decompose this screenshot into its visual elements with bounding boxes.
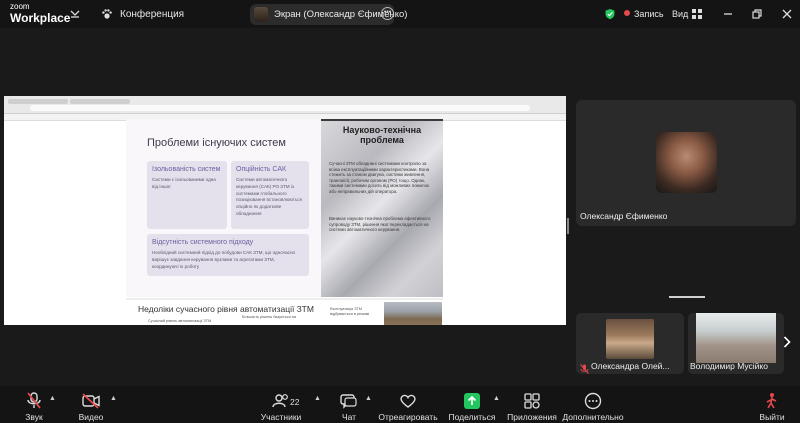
react-label: Отреагировать [378,412,438,422]
slide-right-top-strip [321,119,443,121]
participants-options-caret[interactable]: ▲ [314,395,321,402]
right-panel-paragraph-2: Виникає науково-технічна проблема ефекти… [329,216,431,233]
participants-count: 22 [290,397,300,407]
leave-label: Выйти [759,412,785,422]
presentation-slide: Проблеми існуючих систем Ізольованість с… [126,119,443,297]
right-panel-paragraph-1: Сучасні ЗТМ обладнані системами контролю… [329,161,430,194]
right-panel-title: Науково-технічна проблема [342,125,422,145]
card-isolation: Ізольованість систем Системи є ізольован… [147,161,227,229]
meeting-toolbar: Звук ▲ Видео ▲ Участники ▲ Чат ▲ Отреаги… [0,386,800,423]
browser-tab[interactable] [70,99,130,104]
share-label: Поделиться [448,412,496,422]
video-off-icon [82,392,100,410]
chat-icon [340,392,358,410]
slide-left-panel: Проблеми існуючих систем Ізольованість с… [126,119,321,297]
more-label: Дополнительно [562,412,624,422]
participant-video [606,319,654,359]
close-window-icon[interactable] [781,8,793,20]
card-title: Ізольованість систем [152,166,221,173]
security-shield-icon[interactable] [604,8,616,20]
leave-icon [763,392,781,410]
participant-video [696,313,776,363]
next-slide-item-3: Експлуатація ЗТМ відбувається в режимі [330,307,370,316]
participant-name: Олександр Єфименко [580,211,668,221]
next-slide-title: Недоліки сучасного рівня автоматизації З… [138,304,314,314]
logo-line-1: zoom [10,2,30,11]
paw-icon[interactable] [101,8,113,20]
panel-resize-handle[interactable] [567,218,569,234]
more-button[interactable]: Дополнительно [562,386,624,423]
video-label: Видео [78,412,104,422]
more-icon [584,392,602,410]
participant-name: Володимир Мусійко [690,361,768,371]
minimize-window-icon[interactable] [722,8,734,20]
card-title: Відсутність системного підходу [152,239,254,246]
react-button[interactable]: Отреагировать [378,386,438,423]
next-slide-item-2: Більшість рішень базується на [242,315,296,319]
participant-name: Олександра Олей... [591,361,670,371]
address-bar[interactable] [30,105,530,111]
screen-share-indicator[interactable]: Экран (Олександр Єфименко) [250,4,407,25]
conference-label[interactable]: Конференция [120,9,184,20]
participants-icon [272,392,290,410]
view-grid-icon[interactable] [691,8,703,20]
active-speaker-tile[interactable]: Олександр Єфименко [576,100,796,226]
chat-options-caret[interactable]: ▲ [365,395,372,402]
participant-tile[interactable]: Олександра Олей... [576,313,684,374]
apps-label: Приложения [507,412,557,422]
participant-avatar [656,132,717,193]
video-button[interactable]: Видео [73,386,109,423]
top-bar: zoom Workplace Конференция Экран (Олекса… [0,0,800,28]
card-body: Системи автоматичного керування (САК) РО… [236,177,303,216]
next-slide-preview: Недоліки сучасного рівня автоматизації З… [126,298,443,325]
leave-button[interactable]: Выйти [758,386,786,423]
record-dot-icon [623,9,631,17]
gallery-resize-handle[interactable] [669,296,705,298]
browser-tab[interactable] [8,99,68,104]
participant-tile[interactable]: Володимир Мусійко [688,313,784,374]
card-optionality: Опційність САК Системи автоматичного кер… [231,161,309,229]
next-page-icon[interactable] [783,336,791,351]
share-screen-icon [463,392,481,410]
audio-button[interactable]: Звук [16,386,52,423]
slide-title: Проблеми існуючих систем [147,137,286,149]
muted-mic-icon [25,392,43,410]
audio-options-caret[interactable]: ▲ [49,395,56,402]
card-title: Опційність САК [236,166,287,173]
zoom-logo: zoom Workplace [10,2,71,25]
chat-button[interactable]: Чат [334,386,364,423]
muted-mic-icon [580,361,589,374]
browser-chrome [4,96,566,114]
presenter-avatar [254,7,268,22]
chat-label: Чат [341,412,357,422]
apps-button[interactable]: Приложения [507,386,557,423]
construction-machinery-image [384,302,442,325]
heart-icon [399,392,417,410]
participants-label: Участники [260,412,302,422]
card-body: Необхідний системний підхід до побудови … [152,250,296,269]
apps-icon [523,392,541,410]
restore-window-icon[interactable] [751,8,763,20]
card-body: Системи є ізольованими одна від іншої [152,177,216,189]
shared-screen[interactable]: Проблеми існуючих систем Ізольованість с… [4,96,566,325]
minimize-icon[interactable] [69,8,81,20]
view-label[interactable]: Вид [672,9,688,19]
next-slide-item-1: Сучасний рівень автоматизації ЗТМ [148,319,212,323]
record-label[interactable]: Запись [634,9,664,19]
audio-label: Звук [25,412,43,422]
logo-line-2: Workplace [10,11,71,25]
share-screen-button[interactable]: Поделиться [448,386,496,423]
slide-right-panel: Науково-технічна проблема Сучасні ЗТМ об… [321,119,443,297]
share-options-caret[interactable]: ▲ [493,395,500,402]
share-options-icon[interactable]: ••• [381,7,394,20]
card-no-system-approach: Відсутність системного підходу Необхідни… [147,234,309,276]
video-options-caret[interactable]: ▲ [110,395,117,402]
